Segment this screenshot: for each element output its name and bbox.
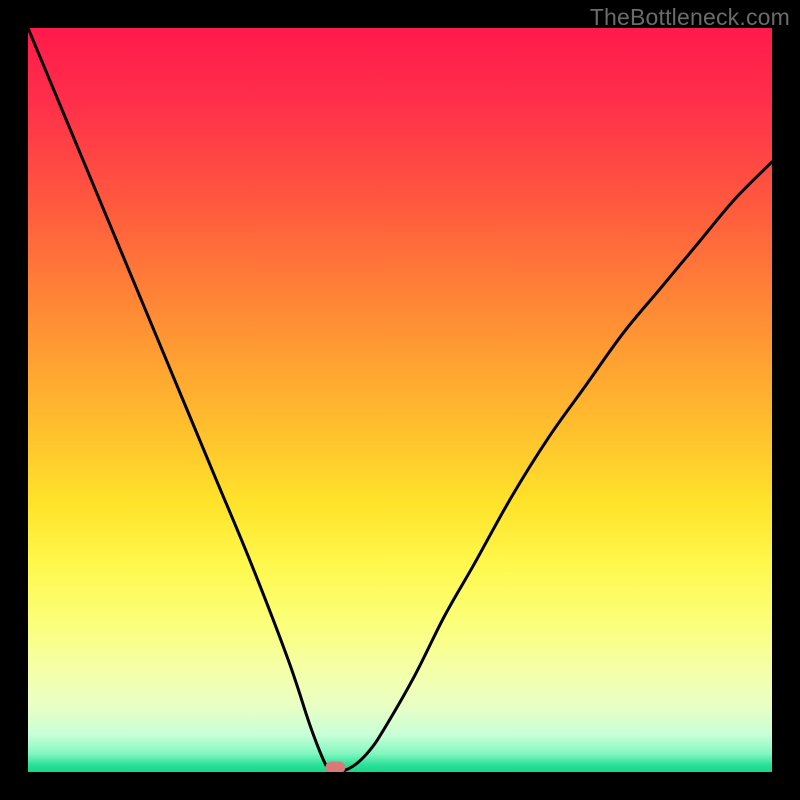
bottleneck-curve [28,28,772,772]
plot-area [28,28,772,772]
watermark-text: TheBottleneck.com [590,4,790,31]
optimal-point-marker [28,28,772,772]
chart-frame: TheBottleneck.com [0,0,800,800]
